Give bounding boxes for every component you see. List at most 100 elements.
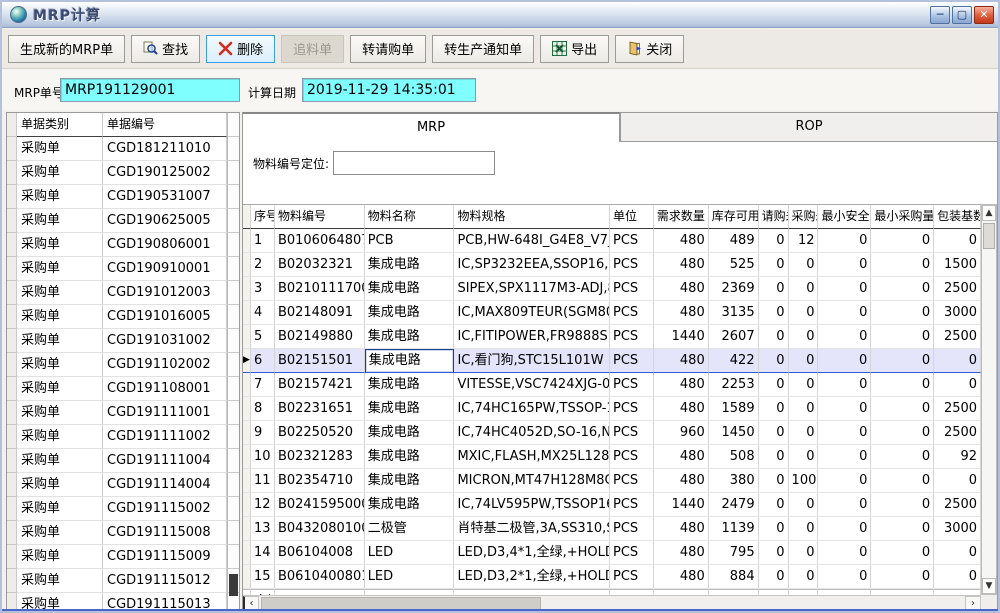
table-cell: 0 (759, 469, 789, 493)
table-cell: 0 (818, 541, 871, 565)
table-row[interactable]: 4B02148091集成电路IC,MAX809TEUR(SGM809-PCS48… (243, 301, 981, 325)
table-row[interactable]: 9B02250520集成电路IC,74HC4052D,SO-16,NXPPCS9… (243, 421, 981, 445)
table-cell: 集成电路 (365, 253, 455, 277)
table-row[interactable]: 8B02231651集成电路IC,74HC165PW,TSSOP-16PCS48… (243, 397, 981, 421)
tab-mrp[interactable]: MRP (242, 112, 620, 142)
to-purchase-request-button[interactable]: 转请购单 (350, 35, 426, 63)
list-item[interactable]: 采购单CGD190806001 (7, 233, 239, 257)
table-row[interactable]: 12B0241595000集成电路IC,74LV595PW,TSSOP16/7P… (243, 493, 981, 517)
list-item[interactable]: 采购单CGD190125002 (7, 161, 239, 185)
table-cell: 480 (654, 253, 709, 277)
list-item[interactable]: 采购单CGD191115002 (7, 497, 239, 521)
row-indicator-cell (7, 545, 17, 569)
doc-number-cell: CGD191016005 (103, 305, 227, 329)
table-cell: 2500 (934, 277, 981, 301)
table-cell: 480 (654, 445, 709, 469)
doc-type-column-header[interactable]: 单据类别 (17, 113, 103, 137)
doc-number-column-header[interactable]: 单据编号 (103, 113, 227, 137)
column-header-7[interactable]: 库存可用量 (709, 205, 759, 229)
close-button[interactable]: ✕ (974, 6, 994, 24)
table-cell: IC,MAX809TEUR(SGM809- (454, 301, 610, 325)
list-item[interactable]: 采购单CGD191016005 (7, 305, 239, 329)
table-row[interactable]: 5B02149880集成电路IC,FITIPOWER,FR9888SPCPCS1… (243, 325, 981, 349)
column-header-6[interactable]: 需求数量 (654, 205, 709, 229)
table-cell: PCS (610, 469, 654, 493)
table-row[interactable]: 3B0210111700集成电路SIPEX,SPX1117M3-ADJ,80PC… (243, 277, 981, 301)
list-item[interactable]: 采购单CGD191102002 (7, 353, 239, 377)
table-cell: 0 (871, 301, 934, 325)
window-bottom-border (2, 609, 998, 611)
list-item[interactable]: 采购单CGD181211010 (7, 137, 239, 161)
doc-number-cell: CGD191102002 (103, 353, 227, 377)
table-row[interactable]: 7B02157421集成电路VITESSE,VSC7424XJG-02,PCS4… (243, 373, 981, 397)
document-list-scrollbar[interactable] (227, 113, 239, 610)
mrp-no-field[interactable] (60, 78, 240, 102)
table-cell: 0 (818, 373, 871, 397)
scroll-down-arrow-icon[interactable]: ▼ (982, 578, 996, 594)
table-row[interactable]: 10B02321283集成电路MXIC,FLASH,MX25L12835FPCS… (243, 445, 981, 469)
app-icon (10, 6, 27, 23)
column-header-2[interactable]: 物料编号 (275, 205, 365, 229)
table-row[interactable]: 14B06104008LEDLED,D3,4*1,全绿,+HOLD,DPCS48… (243, 541, 981, 565)
close-window-button[interactable]: 关闭 (615, 35, 684, 63)
minimize-button[interactable]: ─ (930, 6, 950, 24)
list-item[interactable]: 采购单CGD191031002 (7, 329, 239, 353)
export-button[interactable]: 导出 (540, 35, 609, 63)
table-cell: 0 (789, 517, 819, 541)
list-item[interactable]: 采购单CGD191115012 (7, 569, 239, 593)
list-item[interactable]: 采购单CGD191115008 (7, 521, 239, 545)
table-cell: VITESSE,VSC7424XJG-02, (454, 373, 610, 397)
list-item[interactable]: 采购单CGD191115009 (7, 545, 239, 569)
column-header-9[interactable]: 采购未入库量 (789, 205, 819, 229)
table-cell: PCS (610, 493, 654, 517)
doc-number-cell: CGD190531007 (103, 185, 227, 209)
list-item[interactable]: 采购单CGD191114004 (7, 473, 239, 497)
to-production-notice-button[interactable]: 转生产通知单 (432, 35, 534, 63)
table-cell: 集成电路 (365, 397, 455, 421)
vertical-scroll-thumb[interactable] (983, 223, 995, 249)
column-header-11[interactable]: 最小采购量 (871, 205, 934, 229)
list-item[interactable]: 采购单CGD191111004 (7, 449, 239, 473)
maximize-button[interactable]: ▢ (952, 6, 972, 24)
table-row-selected[interactable]: ▶6B02151501集成电路IC,看门狗,STC15L101WPCS48042… (243, 349, 981, 373)
doc-type-cell: 采购单 (17, 281, 103, 305)
delete-button[interactable]: 删除 (206, 35, 275, 63)
table-cell: 884 (709, 565, 759, 589)
table-row[interactable]: 15B0610400801LEDLED,D3,2*1,全绿,+HOLD,DPCS… (243, 565, 981, 589)
new-mrp-label: 生成新的MRP单 (20, 39, 113, 58)
title-bar[interactable]: MRP计算 ─ ▢ ✕ (2, 2, 998, 28)
list-item[interactable]: 采购单CGD190531007 (7, 185, 239, 209)
column-header-4[interactable]: 物料规格 (454, 205, 610, 229)
tab-rop[interactable]: ROP (620, 112, 998, 142)
scroll-up-arrow-icon[interactable]: ▲ (982, 205, 996, 221)
list-item[interactable]: 采购单CGD190910001 (7, 257, 239, 281)
column-header-10[interactable]: 最小安全量 (818, 205, 871, 229)
list-item[interactable]: 采购单CGD191111001 (7, 401, 239, 425)
column-header-3[interactable]: 物料名称 (365, 205, 455, 229)
document-list-scroll-thumb[interactable] (229, 574, 238, 596)
list-item[interactable]: 采购单CGD191111002 (7, 425, 239, 449)
row-indicator-cell (243, 469, 251, 493)
column-header-1[interactable]: 序号 (251, 205, 275, 229)
new-mrp-button[interactable]: 生成新的MRP单 (8, 35, 125, 63)
table-cell: 480 (654, 277, 709, 301)
table-cell: 5 (251, 325, 275, 349)
column-header-5[interactable]: 单位 (610, 205, 654, 229)
table-row[interactable]: 11B02354710集成电路MICRON,MT47H128M8CF-PCS48… (243, 469, 981, 493)
column-header-8[interactable]: 请购未采购量 (759, 205, 789, 229)
table-cell: 0 (934, 373, 981, 397)
list-item[interactable]: 采购单CGD190625005 (7, 209, 239, 233)
table-row[interactable]: 13B0432080100二极管肖特基二极管,3A,SS310,SMPCS480… (243, 517, 981, 541)
table-cell: IC,74LV595PW,TSSOP16/7 (454, 493, 610, 517)
row-indicator-cell (243, 373, 251, 397)
column-header-12[interactable]: 包装基数 (934, 205, 981, 229)
list-item[interactable]: 采购单CGD191108001 (7, 377, 239, 401)
table-row[interactable]: 2B02032321集成电路IC,SP3232EEA,SSOP16,3.0PCS… (243, 253, 981, 277)
list-item[interactable]: 采购单CGD191012003 (7, 281, 239, 305)
material-locator-input[interactable] (333, 151, 495, 175)
calc-date-field[interactable] (302, 78, 476, 102)
vertical-scrollbar[interactable]: ▲ ▼ (981, 204, 997, 595)
find-button[interactable]: 查找 (131, 35, 200, 63)
table-row[interactable]: 1B0106064807PCBPCB,HW-648I_G4E8_V7_2PCS4… (243, 229, 981, 253)
doc-number-cell: CGD190625005 (103, 209, 227, 233)
